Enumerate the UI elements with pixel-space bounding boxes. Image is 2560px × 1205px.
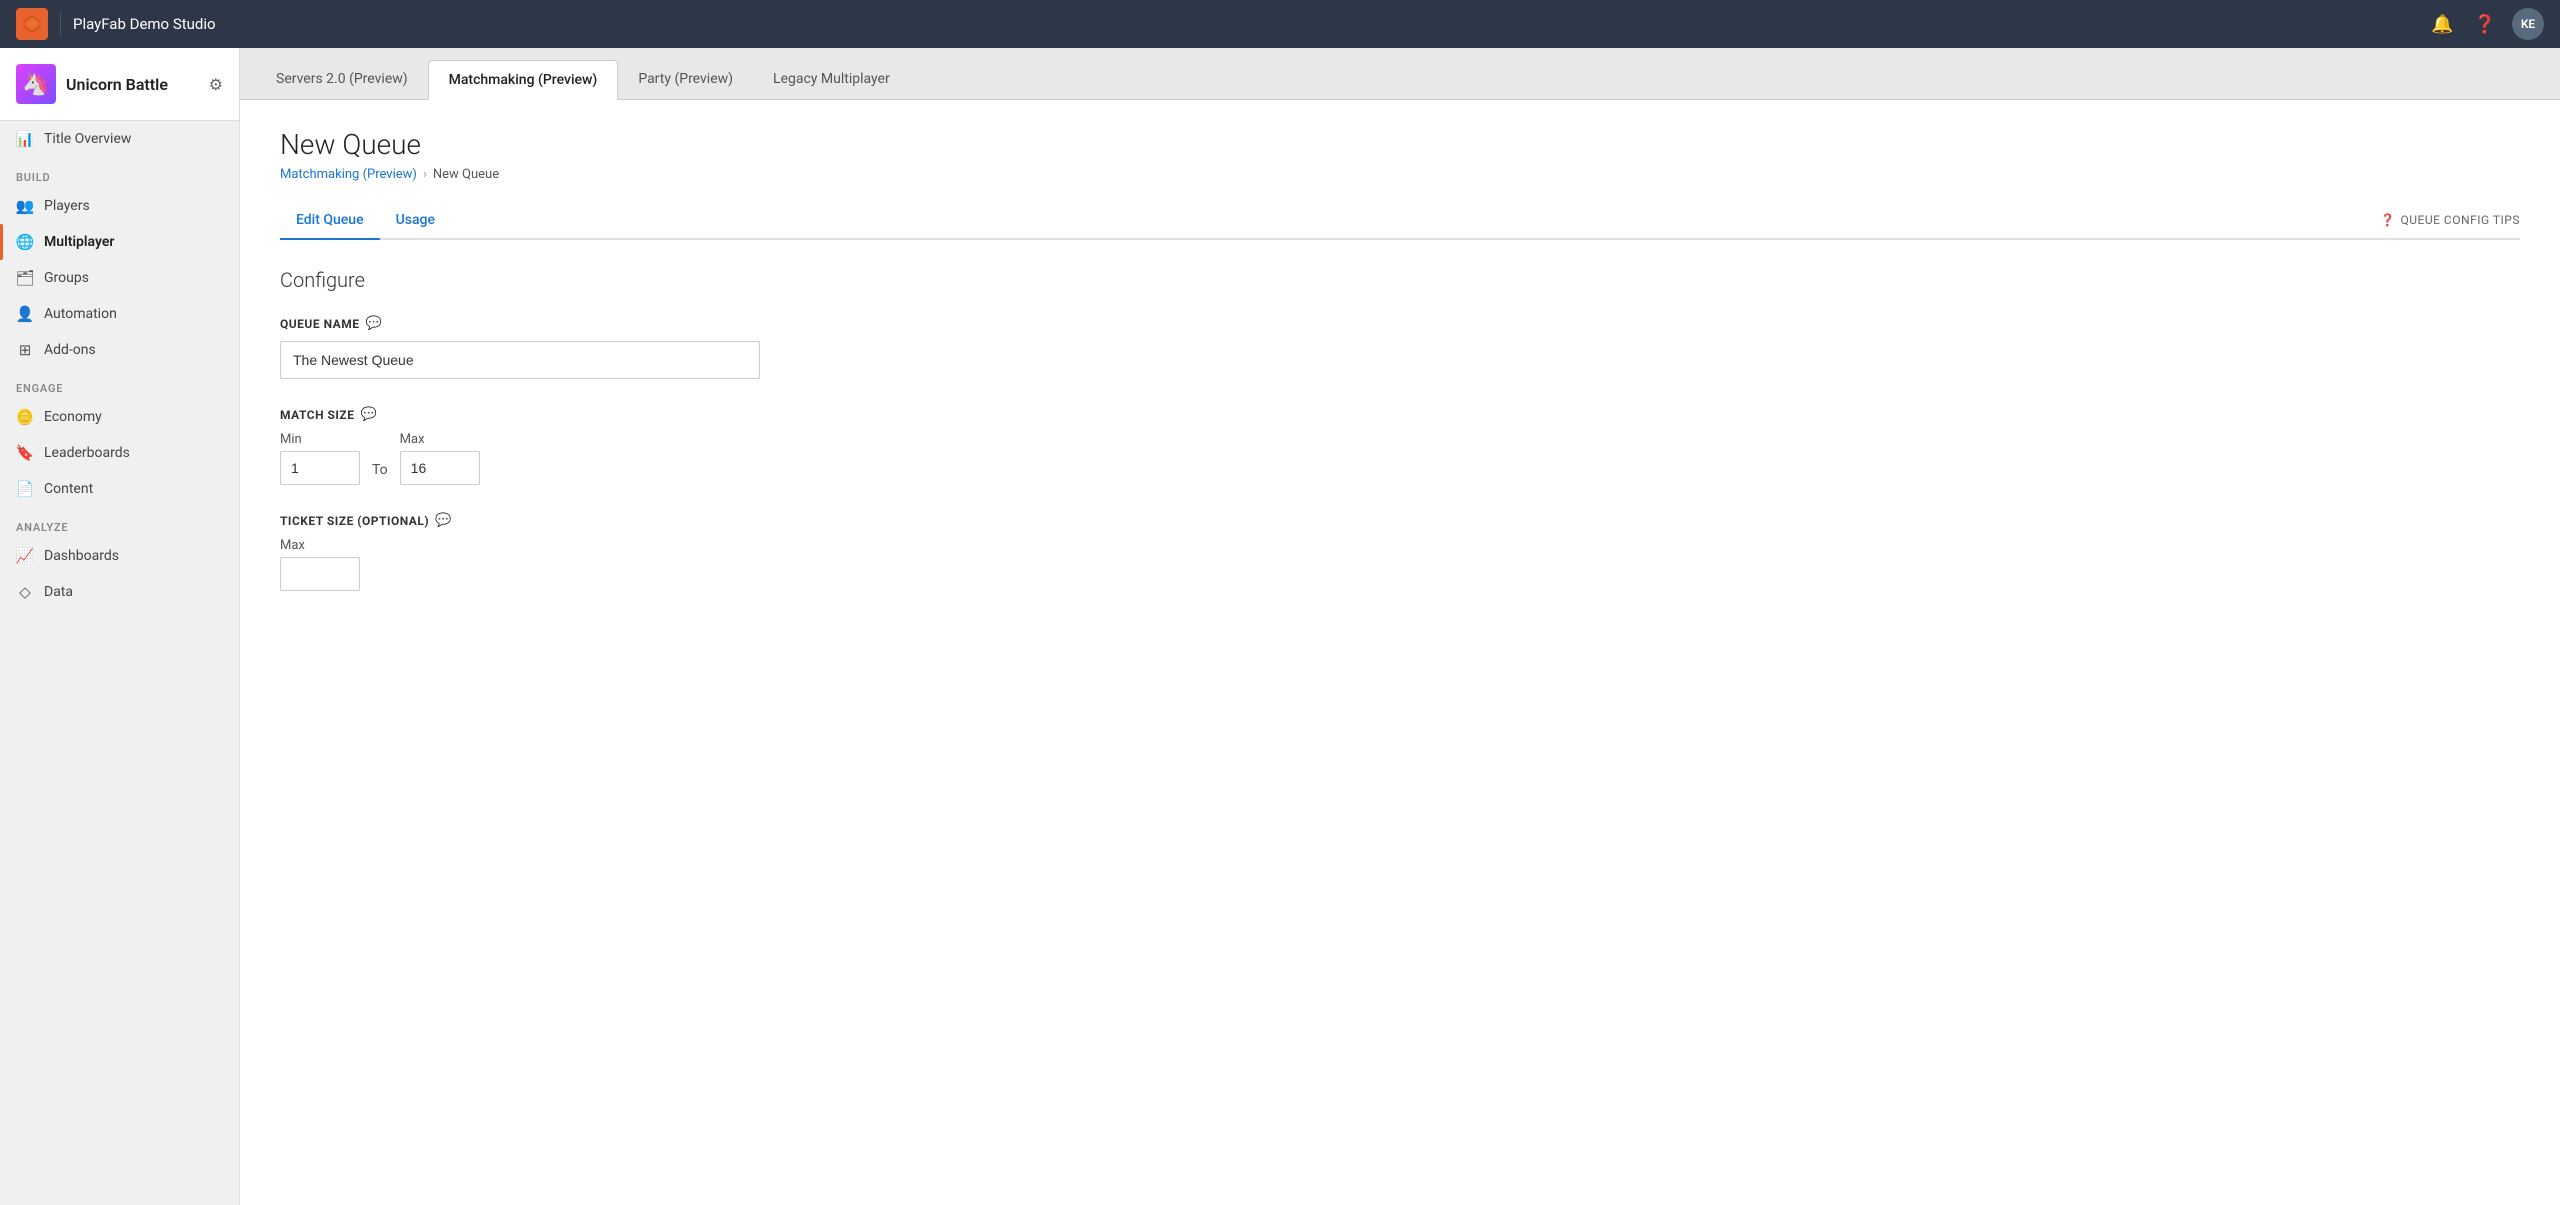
match-size-info-icon: 💬: [360, 407, 377, 422]
tab-party[interactable]: Party (Preview): [618, 59, 753, 99]
sidebar-item-label: Title Overview: [44, 131, 131, 147]
to-label: To: [372, 462, 388, 478]
multiplayer-icon: 🌐: [16, 233, 34, 251]
economy-icon: 🪙: [16, 408, 34, 426]
app-logo: [16, 8, 48, 40]
sidebar-item-content[interactable]: 📄 Content: [0, 471, 239, 507]
ticket-size-max-col: Max: [280, 538, 2520, 591]
sidebar-item-label: Leaderboards: [44, 445, 130, 461]
project-logo-icon: 🦄: [16, 64, 56, 104]
sidebar-header: 🦄 Unicorn Battle ⚙: [0, 48, 239, 121]
sidebar-item-leaderboards[interactable]: 🔖 Leaderboards: [0, 435, 239, 471]
nav-divider: [60, 12, 61, 36]
tab-servers[interactable]: Servers 2.0 (Preview): [256, 59, 428, 99]
sidebar-item-addons[interactable]: ⊞ Add-ons: [0, 332, 239, 368]
addons-icon: ⊞: [16, 341, 34, 359]
sidebar-item-label: Multiplayer: [44, 234, 114, 250]
match-size-max-col: Max: [400, 432, 480, 485]
breadcrumb-current: New Queue: [433, 167, 499, 182]
sidebar-item-label: Players: [44, 198, 90, 214]
sidebar-item-data[interactable]: ◇ Data: [0, 574, 239, 610]
automation-icon: 👤: [16, 305, 34, 323]
main-area: Servers 2.0 (Preview) Matchmaking (Previ…: [240, 48, 2560, 1205]
match-size-label: MATCH SIZE 💬: [280, 407, 2520, 422]
build-section-label: BUILD: [0, 157, 239, 188]
match-size-field-group: MATCH SIZE 💬 Min To Max: [280, 407, 2520, 485]
leaderboards-icon: 🔖: [16, 444, 34, 462]
data-icon: ◇: [16, 583, 34, 601]
sidebar-item-label: Economy: [44, 409, 102, 425]
sub-tab-usage[interactable]: Usage: [380, 202, 451, 240]
queue-config-tips-button[interactable]: ❓ QUEUE CONFIG TIPS: [2380, 213, 2520, 227]
ticket-size-info-icon: 💬: [435, 513, 452, 528]
sidebar-item-economy[interactable]: 🪙 Economy: [0, 399, 239, 435]
breadcrumb-separator: ›: [423, 167, 427, 182]
match-size-min-col: Min: [280, 432, 360, 485]
analyze-section-label: ANALYZE: [0, 507, 239, 538]
sidebar-item-label: Groups: [44, 270, 89, 286]
top-nav: PlayFab Demo Studio 🔔 ❓ KE: [0, 0, 2560, 48]
breadcrumb-link[interactable]: Matchmaking (Preview): [280, 167, 417, 182]
tab-legacy[interactable]: Legacy Multiplayer: [753, 59, 910, 99]
max-label: Max: [400, 432, 480, 447]
title-overview-icon: 📊: [16, 130, 34, 148]
match-size-row: Min To Max: [280, 432, 2520, 485]
ticket-size-field-group: TICKET SIZE (OPTIONAL) 💬 Max: [280, 513, 2520, 591]
sidebar-item-title-overview[interactable]: 📊 Title Overview: [0, 121, 239, 157]
notification-icon[interactable]: 🔔: [2427, 10, 2457, 39]
sidebar-item-automation[interactable]: 👤 Automation: [0, 296, 239, 332]
tab-bar: Servers 2.0 (Preview) Matchmaking (Previ…: [240, 48, 2560, 100]
content-icon: 📄: [16, 480, 34, 498]
main-layout: 🦄 Unicorn Battle ⚙ 📊 Title Overview BUIL…: [0, 48, 2560, 1205]
sidebar-gear-icon[interactable]: ⚙: [209, 75, 223, 94]
dashboards-icon: 📈: [16, 547, 34, 565]
queue-name-info-icon: 💬: [365, 316, 382, 331]
queue-name-label: QUEUE NAME 💬: [280, 316, 2520, 331]
players-icon: 👥: [16, 197, 34, 215]
configure-section-title: Configure: [280, 268, 2520, 292]
sidebar-item-label: Dashboards: [44, 548, 119, 564]
help-icon[interactable]: ❓: [2470, 10, 2500, 39]
sidebar-item-label: Data: [44, 584, 73, 600]
match-size-min-input[interactable]: [280, 451, 360, 485]
sidebar-item-groups[interactable]: 🗂 Groups: [0, 260, 239, 296]
min-label: Min: [280, 432, 360, 447]
breadcrumb: Matchmaking (Preview) › New Queue: [280, 167, 2520, 182]
sidebar: 🦄 Unicorn Battle ⚙ 📊 Title Overview BUIL…: [0, 48, 240, 1205]
project-name: Unicorn Battle: [66, 75, 168, 94]
sidebar-item-label: Content: [44, 481, 93, 497]
question-circle-icon: ❓: [2380, 213, 2395, 227]
app-title: PlayFab Demo Studio: [73, 15, 216, 33]
ticket-size-label: TICKET SIZE (OPTIONAL) 💬: [280, 513, 2520, 528]
sub-tab-bar: Edit Queue Usage ❓ QUEUE CONFIG TIPS: [280, 202, 2520, 240]
queue-name-input[interactable]: [280, 341, 760, 379]
sidebar-item-multiplayer[interactable]: 🌐 Multiplayer: [0, 224, 239, 260]
page-title: New Queue: [280, 128, 2520, 161]
sub-tab-edit-queue[interactable]: Edit Queue: [280, 202, 380, 240]
tab-matchmaking[interactable]: Matchmaking (Preview): [428, 60, 619, 100]
sidebar-item-label: Add-ons: [44, 342, 96, 358]
match-size-max-input[interactable]: [400, 451, 480, 485]
sidebar-item-players[interactable]: 👥 Players: [0, 188, 239, 224]
sidebar-item-dashboards[interactable]: 📈 Dashboards: [0, 538, 239, 574]
ticket-size-max-input[interactable]: [280, 557, 360, 591]
engage-section-label: ENGAGE: [0, 368, 239, 399]
page-content: New Queue Matchmaking (Preview) › New Qu…: [240, 100, 2560, 1205]
sidebar-item-label: Automation: [44, 306, 117, 322]
queue-name-field-group: QUEUE NAME 💬: [280, 316, 2520, 379]
user-avatar[interactable]: KE: [2512, 8, 2544, 40]
ticket-max-label: Max: [280, 538, 2520, 553]
groups-icon: 🗂: [16, 269, 34, 287]
